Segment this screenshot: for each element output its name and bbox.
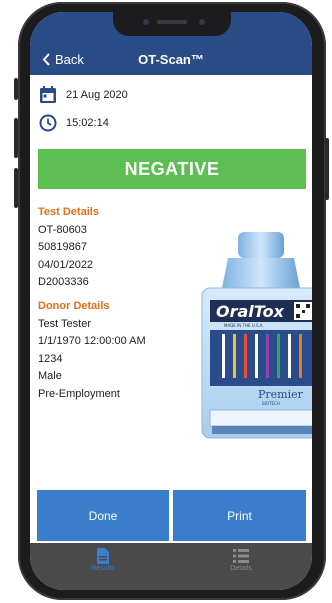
test-detail-line: D2003336 <box>38 276 89 288</box>
tab-results[interactable]: Results <box>58 547 148 572</box>
print-button[interactable]: Print <box>173 490 306 541</box>
page-title: OT-Scan™ <box>138 52 204 67</box>
power-button <box>325 138 329 200</box>
device-maker: Premier <box>258 388 304 401</box>
test-detail-line: 04/01/2022 <box>38 258 94 271</box>
date-value: 21 Aug 2020 <box>66 89 128 101</box>
test-details-header: Test Details <box>38 206 99 218</box>
tab-results-label: Results <box>91 565 115 572</box>
test-detail-line: 50819867 <box>38 241 87 253</box>
tab-details-label: Details <box>230 565 252 572</box>
test-detail-line: OT-80603 <box>38 223 87 236</box>
tab-bar: Results Details <box>30 543 312 590</box>
mute-switch <box>14 78 18 100</box>
document-icon <box>97 548 109 564</box>
donor-detail-line: 1234 <box>38 352 63 365</box>
calendar-icon <box>38 85 58 105</box>
sensor-icon <box>199 19 205 25</box>
done-button[interactable]: Done <box>37 490 169 541</box>
test-details: Test Details OT-80603 50819867 04/01/202… <box>38 204 99 292</box>
donor-detail-line: Test Tester <box>38 317 91 330</box>
device-brand: OralTox <box>216 302 285 321</box>
volume-up-button <box>14 118 18 158</box>
donor-details: Donor Details Test Tester 1/1/1970 12:00… <box>38 298 146 403</box>
camera-icon <box>143 19 149 25</box>
donor-detail-line: Pre-Employment <box>38 387 120 400</box>
phone-screen: Back OT-Scan™ 21 Aug 2020 15:02:14 NEGAT… <box>30 12 312 590</box>
donor-detail-line: 1/1/1970 12:00:00 AM <box>38 335 146 347</box>
speaker-grille <box>157 20 187 24</box>
notch <box>113 12 231 36</box>
result-banner: NEGATIVE <box>38 149 306 189</box>
device-made-in: MADE IN THE U.S.A. <box>224 323 264 328</box>
oraltox-device-image: OralTox MADE IN THE U.S.A. Premier BIOTE… <box>201 232 312 439</box>
time-row: 15:02:14 <box>38 113 109 133</box>
list-icon <box>233 549 249 563</box>
volume-down-button <box>14 168 18 208</box>
donor-details-header: Donor Details <box>38 300 110 312</box>
tab-details[interactable]: Details <box>196 547 286 572</box>
device-maker-sub: BIOTECH <box>262 401 280 406</box>
date-row: 21 Aug 2020 <box>38 85 128 105</box>
donor-detail-line: Male <box>38 370 62 382</box>
time-value: 15:02:14 <box>66 117 109 129</box>
clock-icon <box>38 113 58 133</box>
